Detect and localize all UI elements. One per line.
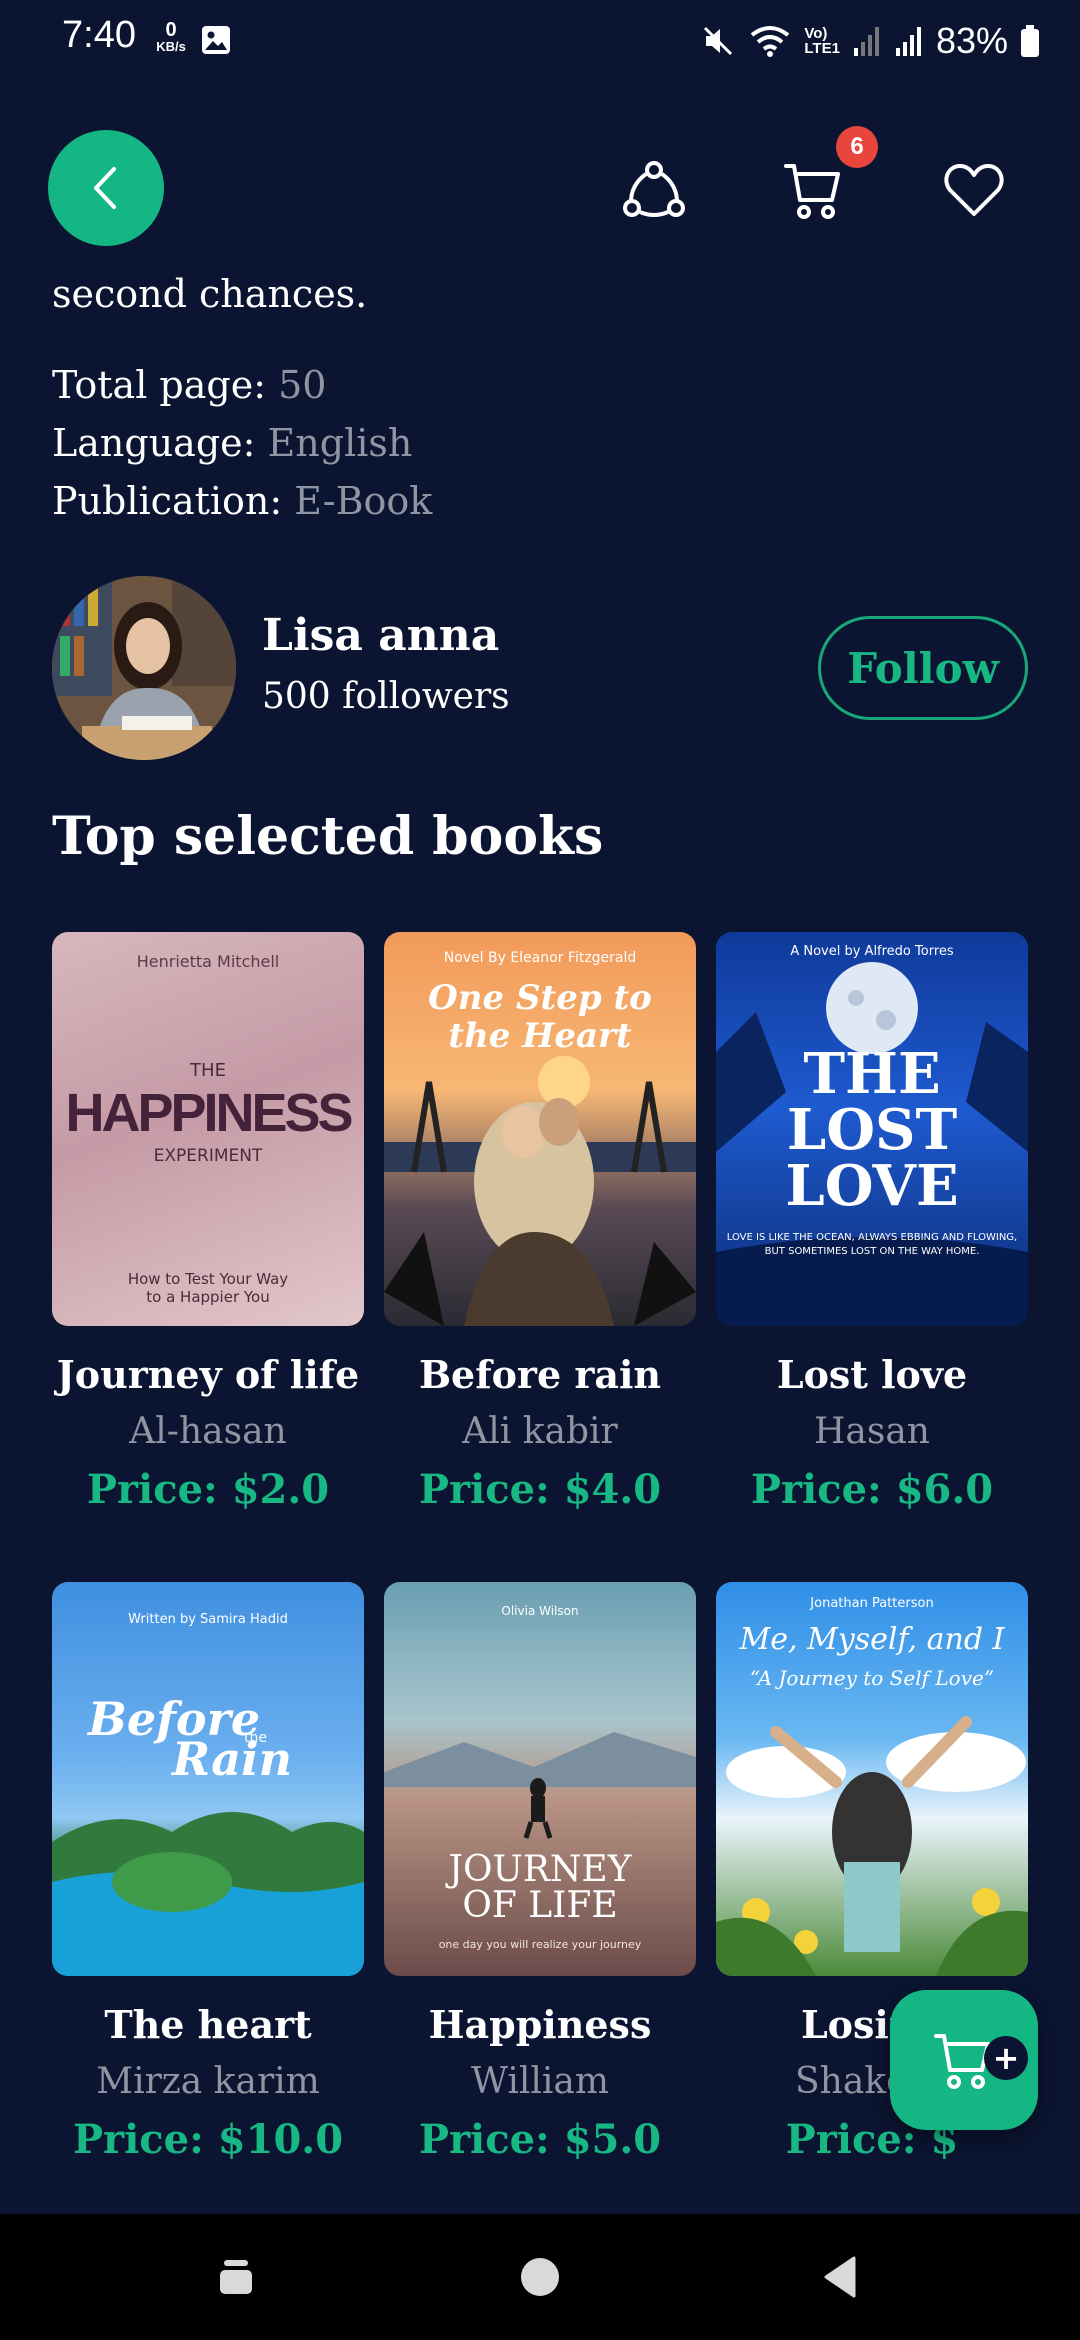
cover-tagline-2: BUT SOMETIMES LOST ON THE WAY HOME. (764, 1246, 980, 1257)
cover-title-line-1: THE (803, 1041, 941, 1107)
cart-count-badge: 6 (836, 126, 878, 168)
book-cover[interactable]: Written by Samira Hadid Before the Rain (52, 1582, 364, 1976)
publication-value: E-Book (294, 479, 433, 523)
book-price: Price: $10.0 (72, 2116, 344, 2163)
author-photo (52, 576, 236, 760)
cover-author: Written by Samira Hadid (128, 1612, 288, 1627)
mute-icon (704, 26, 733, 56)
system-navigation-bar (0, 2214, 1080, 2340)
language-row: Language: English (52, 414, 432, 472)
book-cover[interactable]: Jonathan Patterson Me, Myself, and I “A … (716, 1582, 1028, 1976)
total-page-label: Total page: (52, 363, 267, 407)
status-time: 7:40 (62, 14, 136, 56)
gallery-icon (202, 26, 230, 54)
heart-icon[interactable] (942, 158, 1006, 222)
cover-author: Henrietta Mitchell (136, 952, 280, 971)
back-nav-icon[interactable] (820, 2252, 860, 2302)
back-arrow-icon (94, 167, 116, 209)
cover-title-line-2: “A Journey to Self Love” (749, 1666, 995, 1690)
cover-title-line-2: LOST (786, 1097, 958, 1163)
book-cover[interactable]: Novel By Eleanor Fitzgerald One Step to … (384, 932, 696, 1326)
author-name[interactable]: Lisa anna (262, 610, 499, 661)
battery-percent: 83% (935, 20, 1008, 61)
share-icon[interactable] (622, 158, 686, 222)
cover-author: A Novel by Alfredo Torres (790, 944, 954, 959)
home-icon[interactable] (518, 2252, 562, 2302)
book-author: Hasan (814, 1411, 930, 1452)
cover-small: THE (190, 1060, 226, 1081)
follow-button[interactable]: Follow (818, 616, 1028, 720)
cover-author: Olivia Wilson (501, 1604, 579, 1618)
book-price: Price: $6.0 (750, 1466, 994, 1513)
cart-icon[interactable] (782, 158, 846, 222)
book-cover[interactable]: Henrietta Mitchell THE HAPPINESS EXPERIM… (52, 932, 364, 1326)
status-bar: 7:40 0 KB/s Vo) LTE1 83% (0, 0, 1080, 80)
description-text: second chances. (52, 272, 368, 316)
cover-title-line-1: JOURNEY (448, 1849, 632, 1890)
network-label-1: Vo) (804, 25, 828, 42)
total-page-row: Total page: 50 (52, 356, 432, 414)
signal-icon-2 (895, 27, 921, 56)
book-price: Price: $4.0 (418, 1466, 662, 1513)
language-label: Language: (52, 421, 256, 465)
section-title: Top selected books (52, 806, 604, 867)
author-avatar[interactable] (52, 576, 236, 760)
back-button[interactable] (48, 130, 164, 246)
book-card[interactable]: Henrietta Mitchell THE HAPPINESS EXPERIM… (52, 932, 364, 1513)
book-author: Mirza karim (96, 2061, 320, 2102)
cover-author: Jonathan Patterson (810, 1596, 934, 1611)
book-card[interactable]: Novel By Eleanor Fitzgerald One Step to … (384, 932, 696, 1513)
network-type: Vo) LTE1 (804, 26, 840, 56)
cover-tagline-2: to a Happier You (146, 1288, 270, 1306)
battery-icon (1021, 25, 1039, 57)
book-meta: Total page: 50 Language: English Publica… (52, 356, 432, 530)
book-title: The heart (104, 2002, 312, 2047)
cover-tagline-1: How to Test Your Way (127, 1270, 289, 1288)
book-cover[interactable]: A Novel by Alfredo Torres THE LOST LOVE … (716, 932, 1028, 1326)
publication-row: Publication: E-Book (52, 472, 432, 530)
network-speed: 0 KB/s (150, 20, 192, 53)
cover-title-line-1: Me, Myself, and I (739, 1622, 1005, 1657)
cover-tagline-1: LOVE IS LIKE THE OCEAN, ALWAYS EBBING AN… (726, 1232, 1018, 1243)
cover-title-line-1: One Step to (428, 978, 652, 1018)
book-price: Price: $2.0 (86, 1466, 330, 1513)
network-speed-value: 0 (165, 19, 177, 41)
book-author: Ali kabir (462, 1411, 618, 1452)
book-author: William (470, 2061, 610, 2102)
network-label-2: LTE1 (804, 40, 840, 57)
publication-label: Publication: (52, 479, 283, 523)
plus-icon[interactable]: + (984, 2036, 1028, 2080)
book-price: Price: $5.0 (418, 2116, 662, 2163)
cover-title-line-2: OF LIFE (462, 1885, 618, 1926)
cover-title: HAPPINESS (65, 1083, 353, 1143)
wifi-icon (751, 26, 790, 57)
book-card[interactable]: A Novel by Alfredo Torres THE LOST LOVE … (716, 932, 1028, 1513)
book-card[interactable]: Written by Samira Hadid Before the Rain … (52, 1582, 364, 2163)
language-value: English (267, 421, 413, 465)
book-title: Before rain (418, 1352, 662, 1397)
total-page-value: 50 (278, 363, 327, 407)
cover-title-line-2: the Heart (448, 1016, 632, 1056)
book-card[interactable]: Olivia Wilson JOURNEY OF LIFE one day yo… (384, 1582, 696, 2163)
book-author: Al-hasan (129, 1411, 287, 1452)
cover-author: Novel By Eleanor Fitzgerald (443, 950, 637, 966)
book-title: Journey of life (56, 1352, 360, 1397)
cover-title-line-3: LOVE (785, 1153, 959, 1219)
cover-tagline: one day you will realize your journey (438, 1938, 642, 1951)
book-title: Lost love (776, 1352, 968, 1397)
cover-title-line-2: Rain (172, 1732, 293, 1786)
cover-subtitle: EXPERIMENT (153, 1146, 263, 1166)
signal-icon-1 (853, 27, 879, 56)
recent-apps-icon[interactable] (216, 2252, 256, 2302)
book-cover[interactable]: Olivia Wilson JOURNEY OF LIFE one day yo… (384, 1582, 696, 1976)
author-followers: 500 followers (262, 676, 510, 717)
network-speed-unit: KB/s (156, 39, 186, 54)
status-icons: Vo) LTE1 83% (700, 16, 1040, 66)
book-title: Happiness (428, 2002, 652, 2047)
